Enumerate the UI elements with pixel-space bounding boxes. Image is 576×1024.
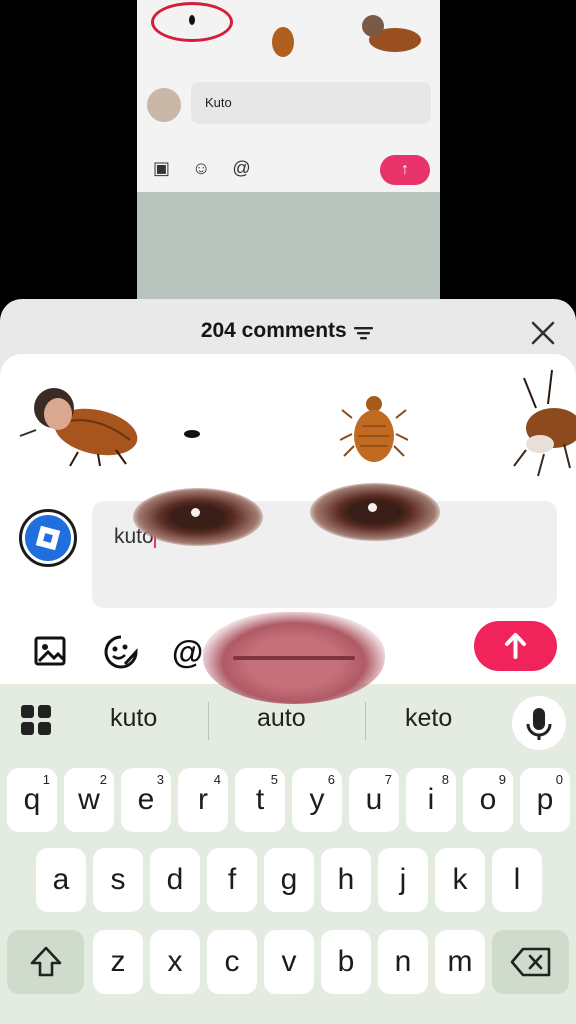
cockroach-sticker xyxy=(362,15,421,52)
background-video: Kuto ▣ ☺ @ ↑ xyxy=(137,0,440,300)
shift-icon xyxy=(30,946,61,977)
sheet-header: 204 comments xyxy=(0,319,576,351)
key-p[interactable]: 0p xyxy=(520,768,570,832)
suggestion-3[interactable]: keto xyxy=(405,704,452,733)
key-x[interactable]: x xyxy=(150,930,200,994)
sticker-icon[interactable] xyxy=(103,634,139,670)
key-d[interactable]: d xyxy=(150,848,200,912)
backspace-icon xyxy=(510,947,550,977)
key-a[interactable]: a xyxy=(36,848,86,912)
lips-sticker xyxy=(203,612,385,704)
mini-tools: ▣ ☺ @ xyxy=(153,158,251,178)
key-z[interactable]: z xyxy=(93,930,143,994)
bedbug-sticker xyxy=(272,27,294,57)
suggestion-1[interactable]: kuto xyxy=(110,704,157,733)
comment-input[interactable]: kuto xyxy=(92,501,557,608)
key-o[interactable]: 9o xyxy=(463,768,513,832)
key-q[interactable]: 1q xyxy=(7,768,57,832)
comment-input-text: kuto xyxy=(114,525,154,548)
filter-icon[interactable] xyxy=(353,325,375,341)
close-icon[interactable] xyxy=(530,320,556,346)
key-j[interactable]: j xyxy=(378,848,428,912)
red-circle-drawing xyxy=(151,2,233,42)
apps-grid-icon[interactable] xyxy=(20,704,52,736)
key-s[interactable]: s xyxy=(93,848,143,912)
key-k[interactable]: k xyxy=(435,848,485,912)
backspace-key[interactable] xyxy=(492,930,569,994)
image-icon[interactable] xyxy=(33,634,69,670)
key-u[interactable]: 7u xyxy=(349,768,399,832)
shift-key[interactable] xyxy=(7,930,84,994)
key-f[interactable]: f xyxy=(207,848,257,912)
key-m[interactable]: m xyxy=(435,930,485,994)
mini-send-button: ↑ xyxy=(380,155,430,185)
key-h[interactable]: h xyxy=(321,848,371,912)
key-y[interactable]: 6y xyxy=(292,768,342,832)
mini-comment-input: Kuto xyxy=(191,82,431,124)
key-n[interactable]: n xyxy=(378,930,428,994)
send-button[interactable] xyxy=(474,621,557,671)
arrow-up-icon xyxy=(505,633,526,659)
suggestion-2[interactable]: auto xyxy=(257,704,306,733)
key-g[interactable]: g xyxy=(264,848,314,912)
microphone-icon xyxy=(526,708,552,740)
avatar[interactable] xyxy=(19,509,77,567)
comment-count-title: 204 comments xyxy=(200,319,347,342)
key-l[interactable]: l xyxy=(492,848,542,912)
key-c[interactable]: c xyxy=(207,930,257,994)
mini-avatar xyxy=(147,88,181,122)
mini-keyboard xyxy=(137,192,440,300)
key-r[interactable]: 4r xyxy=(178,768,228,832)
key-w[interactable]: 2w xyxy=(64,768,114,832)
key-i[interactable]: 8i xyxy=(406,768,456,832)
keyboard: kuto auto keto 1q 2w 3e 4r 5t 6y 7u 8i 9… xyxy=(0,684,576,1024)
microphone-button[interactable] xyxy=(512,696,566,750)
key-e[interactable]: 3e xyxy=(121,768,171,832)
key-v[interactable]: v xyxy=(264,930,314,994)
key-t[interactable]: 5t xyxy=(235,768,285,832)
key-b[interactable]: b xyxy=(321,930,371,994)
